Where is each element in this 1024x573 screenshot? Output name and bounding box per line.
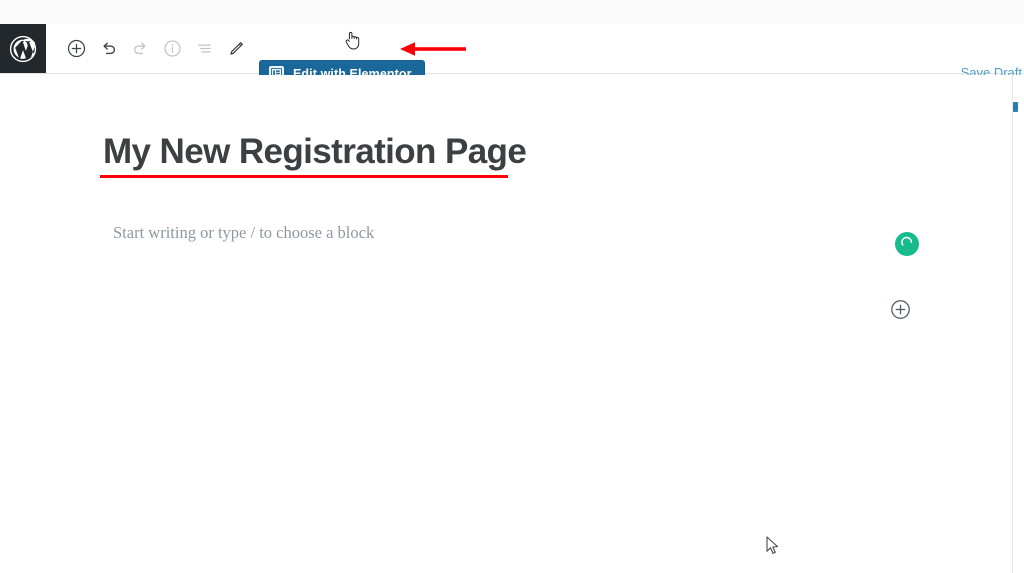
editor-canvas: My New Registration Page Start writing o…: [0, 75, 1013, 573]
undo-button[interactable]: [92, 31, 124, 67]
plus-circle-icon: [67, 39, 86, 58]
list-view-icon: [195, 39, 214, 58]
toolbar-icon-group: [60, 24, 252, 73]
plus-circle-icon: [890, 299, 911, 325]
add-block-button[interactable]: [60, 31, 92, 67]
block-placeholder-text[interactable]: Start writing or type / to choose a bloc…: [113, 223, 374, 243]
info-circle-icon: [163, 39, 182, 58]
redo-icon: [131, 39, 150, 58]
pencil-icon: [227, 39, 246, 58]
wordpress-logo-button[interactable]: [0, 24, 46, 73]
vertical-scrollbar-track[interactable]: [1013, 75, 1024, 573]
details-button[interactable]: [156, 31, 188, 67]
red-annotation-underline: [100, 175, 508, 178]
browser-top-strip: [0, 0, 1024, 24]
post-title-field[interactable]: My New Registration Page: [103, 132, 527, 172]
editor-toolbar: Edit with Elementor Save Draft: [0, 24, 1024, 87]
undo-icon: [99, 39, 118, 58]
edit-button[interactable]: [220, 31, 252, 67]
list-view-button[interactable]: [188, 31, 220, 67]
spinner-arc-icon: [900, 235, 914, 254]
redo-button[interactable]: [124, 31, 156, 67]
block-inserter-button[interactable]: [890, 299, 911, 325]
vertical-scrollbar-thumb[interactable]: [1013, 102, 1018, 112]
saving-spinner-badge: [895, 232, 919, 256]
wordpress-logo-icon: [9, 35, 37, 63]
